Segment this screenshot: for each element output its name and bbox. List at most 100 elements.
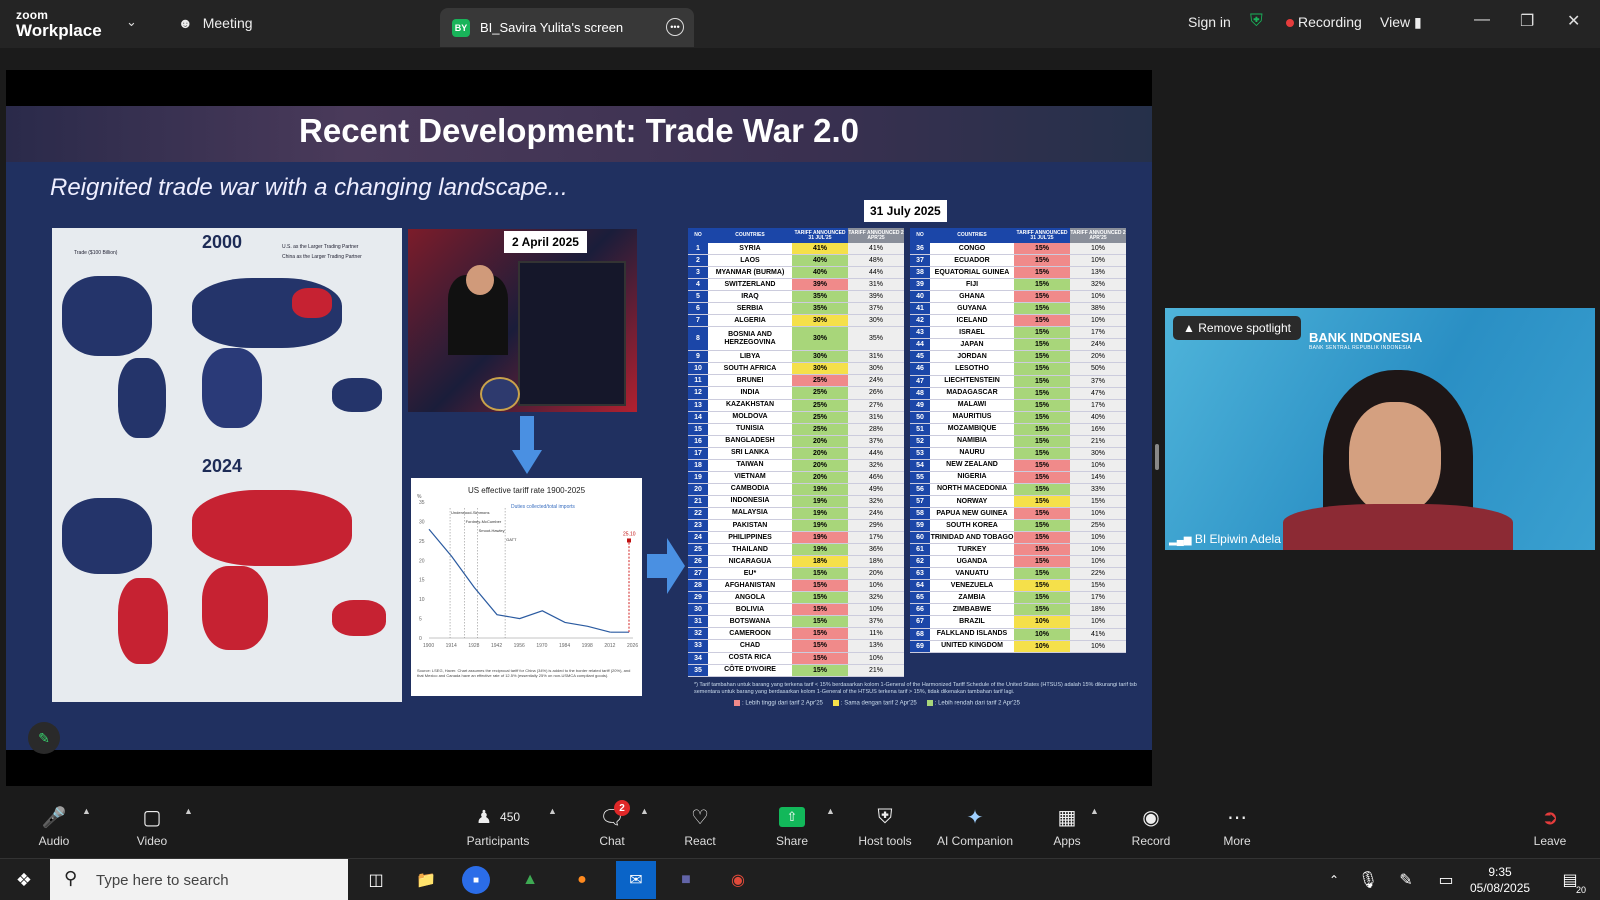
map-legend-china: China as the Larger Trading Partner [282, 254, 362, 260]
chrome-icon[interactable]: ◉ [722, 865, 754, 895]
cell-tariff-jul: 15% [1014, 267, 1070, 279]
shield-check-icon[interactable]: ⛨ [1250, 11, 1263, 31]
map-australia-2000 [332, 378, 382, 412]
cell-no: 55 [910, 471, 930, 483]
ai-companion-button[interactable]: ✦ AI Companion [932, 794, 1018, 858]
participants-count: 450 [500, 810, 521, 824]
cell-tariff-jul: 15% [1014, 568, 1070, 580]
share-button[interactable]: ⇧ Share [772, 794, 812, 858]
windows-start-icon[interactable]: ❖ [8, 865, 40, 895]
record-button[interactable]: ◉ Record [1128, 794, 1174, 858]
cell-country: BOTSWANA [708, 616, 792, 628]
col-no: NO [916, 232, 924, 238]
cell-tariff-apr: 11% [848, 628, 904, 640]
people-icon: ☻ [178, 15, 193, 31]
table-row: 8 BOSNIA AND HERZEGOVINA 30% 35% [688, 327, 904, 352]
taskbar-clock[interactable]: 9:35 05/08/2025 [1470, 864, 1530, 896]
cell-tariff-apr: 18% [848, 556, 904, 568]
cell-no: 65 [910, 592, 930, 604]
cell-tariff-jul: 15% [1014, 291, 1070, 303]
sign-in-button[interactable]: Sign in [1188, 14, 1231, 30]
slide-title: Recent Development: Trade War 2.0 [299, 112, 859, 149]
cell-no: 44 [910, 339, 930, 351]
share-options-caret[interactable]: ▲ [824, 794, 838, 858]
cell-country: BOSNIA AND HERZEGOVINA [708, 327, 792, 351]
audio-button[interactable]: 🎤 Audio [32, 794, 76, 858]
apps-options-caret[interactable]: ▲ [1088, 794, 1102, 858]
split-resize-handle[interactable] [1155, 444, 1159, 470]
cell-no: 52 [910, 435, 930, 447]
cell-tariff-apr: 40% [1070, 411, 1126, 423]
display-icon[interactable]: ▭ [1430, 865, 1462, 895]
cell-tariff-jul: 15% [1014, 411, 1070, 423]
cell-tariff-apr: 32% [848, 459, 904, 471]
cell-tariff-apr: 10% [1070, 508, 1126, 520]
video-options-caret[interactable]: ▲ [182, 794, 196, 858]
outlook-icon[interactable]: ✉ [616, 861, 656, 899]
host-tools-button[interactable]: ⛨ Host tools [852, 794, 918, 858]
cell-tariff-jul: 25% [792, 411, 848, 423]
zoom-workplace-logo[interactable]: zoom Workplace [16, 9, 102, 39]
cell-tariff-apr: 35% [848, 327, 904, 351]
cell-tariff-jul: 15% [792, 616, 848, 628]
pen-icon[interactable]: ✎ [1390, 865, 1422, 895]
leave-button[interactable]: ➲ Leave [1530, 794, 1570, 858]
task-view-icon[interactable]: ◫ [360, 865, 392, 895]
chat-button[interactable]: 🗨 Chat 2 [594, 794, 630, 858]
search-icon: ⚲ [64, 868, 78, 888]
table-row: 7 ALGERIA 30% 30% [688, 315, 904, 328]
table-row: 44 JAPAN 15% 24% [910, 339, 1126, 352]
participants-options-caret[interactable]: ▲ [546, 794, 560, 858]
table-row: 59 SOUTH KOREA 15% 25% [910, 520, 1126, 533]
view-button[interactable]: View ▮ [1380, 14, 1422, 31]
cell-tariff-jul: 15% [1014, 399, 1070, 411]
close-icon[interactable]: ✕ [1567, 11, 1580, 31]
cell-tariff-jul: 20% [792, 435, 848, 447]
table-row: 52 NAMIBIA 15% 21% [910, 435, 1126, 448]
taskbar-search-box[interactable]: ⚲ Type here to search [50, 859, 348, 900]
table-row: 56 NORTH MACEDONIA 15% 33% [910, 483, 1126, 496]
chat-options-caret[interactable]: ▲ [638, 794, 652, 858]
cell-tariff-apr: 44% [848, 447, 904, 459]
tray-chevron-icon[interactable]: ⌃ [1318, 865, 1350, 895]
map-legend-us: U.S. as the Larger Trading Partner [282, 244, 359, 250]
microphone-icon[interactable]: 🎙 [1352, 865, 1384, 895]
cell-tariff-jul: 30% [792, 315, 848, 327]
y-tick-label: 5 [419, 617, 422, 623]
cell-tariff-apr: 10% [848, 652, 904, 664]
cell-no: 14 [688, 411, 708, 423]
table-row: 14 MOLDOVA 25% 31% [688, 411, 904, 424]
cell-no: 31 [688, 616, 708, 628]
cell-tariff-jul: 15% [1014, 544, 1070, 556]
table-row: 66 ZIMBABWE 15% 18% [910, 604, 1126, 617]
recording-indicator[interactable]: Recording [1286, 14, 1362, 30]
firefox-icon[interactable]: ● [566, 865, 598, 895]
meeting-tab[interactable]: ☻ Meeting [178, 15, 253, 31]
record-dot-icon [1286, 19, 1294, 27]
shared-screen-tab[interactable]: BY BI_Savira Yulita's screen ••• [440, 8, 694, 47]
minimize-icon[interactable]: — [1474, 11, 1490, 29]
cell-country: TURKEY [930, 544, 1014, 556]
tariff-rate-chart: US effective tariff rate 1900-2025 % Dut… [411, 478, 642, 696]
teams-icon[interactable]: ■ [670, 865, 702, 895]
react-button[interactable]: ♡ React [682, 794, 718, 858]
apps-button[interactable]: ▦ Apps [1050, 794, 1084, 858]
restore-icon[interactable]: ❐ [1520, 11, 1534, 31]
remove-spotlight-button[interactable]: ▲ Remove spotlight [1173, 316, 1301, 340]
zoom-app-icon[interactable]: ■ [462, 866, 490, 894]
annotate-pencil-icon[interactable]: ✎ [28, 722, 60, 754]
notification-icon[interactable]: ▤ 20 [1554, 865, 1586, 895]
google-drive-icon[interactable]: ▲ [514, 865, 546, 895]
video-button[interactable]: ▢ Video [130, 794, 174, 858]
cell-no: 56 [910, 483, 930, 495]
more-options-icon[interactable]: ••• [666, 18, 684, 36]
more-button[interactable]: ⋯ More [1218, 794, 1256, 858]
cell-no: 39 [910, 279, 930, 291]
cell-no: 54 [910, 459, 930, 471]
file-explorer-icon[interactable]: 📁 [410, 865, 442, 895]
chevron-down-icon[interactable]: ⌄ [126, 14, 137, 30]
cell-tariff-apr: 18% [1070, 604, 1126, 616]
audio-options-caret[interactable]: ▲ [80, 794, 94, 858]
participants-button[interactable]: ♟ 450 Participants [460, 794, 536, 858]
cell-no: 50 [910, 411, 930, 423]
